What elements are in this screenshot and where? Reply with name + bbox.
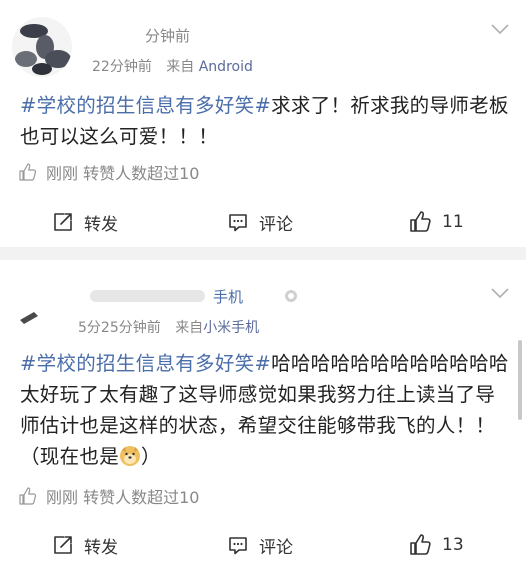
post-text-suffix: ） [141,445,161,468]
comment-button[interactable]: 评论 [227,523,293,567]
post-divider [0,247,526,260]
repost-icon [54,213,72,231]
like-count: 11 [442,212,464,232]
comment-label: 评论 [259,537,293,558]
avatar[interactable] [12,276,72,336]
hashtag-link[interactable]: #学校的招生信息有多好笑# [20,94,271,117]
like-icon [410,211,431,232]
like-summary-text: 刚刚 转赞人数超过10 [46,488,200,507]
like-count: 13 [442,535,464,555]
comment-label: 评论 [259,214,293,235]
repost-label: 转发 [84,537,118,558]
comment-button[interactable]: 评论 [227,200,293,244]
repost-label: 转发 [84,214,118,235]
thumb-up-icon [19,487,37,505]
repost-icon [54,536,72,554]
chevron-down-icon[interactable] [490,22,510,36]
like-summary-text: 刚刚 转赞人数超过10 [46,164,200,183]
post-meta: 5分25分钟前 来自小米手机 [78,317,259,337]
post-body: #学校的招生信息有多好笑#求求了！祈求我的导师老板也可以这么可爱！！！ [20,90,514,152]
like-button[interactable]: 11 [408,200,464,244]
post-time: 5分25分钟前 [78,320,161,336]
post-card: 手机 5分25分钟前 来自小米手机 #学校的招生信息有多好笑#哈哈哈哈哈哈哈哈哈… [0,260,526,567]
like-summary: 刚刚 转赞人数超过10 [18,484,199,508]
action-bar: 转发 评论 11 [0,200,526,244]
username[interactable]: 手机 [213,286,243,307]
scrollbar-thumb[interactable] [518,340,522,420]
post-body: #学校的招生信息有多好笑#哈哈哈哈哈哈哈哈哈哈哈哈太好玩了太有趣了这导师感觉如果… [20,348,514,472]
like-button[interactable]: 13 [408,523,464,567]
comment-icon [229,537,247,555]
username[interactable]: 分钟前 [145,25,190,46]
post-source[interactable]: 小米手机 [203,320,259,336]
repost-button[interactable]: 转发 [52,200,118,244]
like-icon [410,534,431,555]
action-bar: 转发 评论 13 [0,523,526,567]
comment-icon [229,214,247,232]
like-summary: 刚刚 转赞人数超过10 [18,160,199,184]
thumb-up-icon [19,163,37,181]
source-prefix: 来自 [166,59,195,75]
chevron-down-icon[interactable] [490,286,510,300]
badge-icon [285,290,297,302]
post-meta: 22分钟前 来自 Android [92,56,253,76]
hashtag-link[interactable]: #学校的招生信息有多好笑# [20,352,271,375]
post-source[interactable]: Android [199,59,253,75]
username-redacted [90,290,205,302]
post-card: 分钟前 22分钟前 来自 Android #学校的招生信息有多好笑#求求了！祈求… [0,0,526,247]
avatar[interactable] [12,17,72,77]
source-prefix: 来自 [175,320,204,336]
repost-button[interactable]: 转发 [52,523,118,567]
emoji-doge-icon [120,446,141,466]
post-time: 22分钟前 [92,59,152,75]
